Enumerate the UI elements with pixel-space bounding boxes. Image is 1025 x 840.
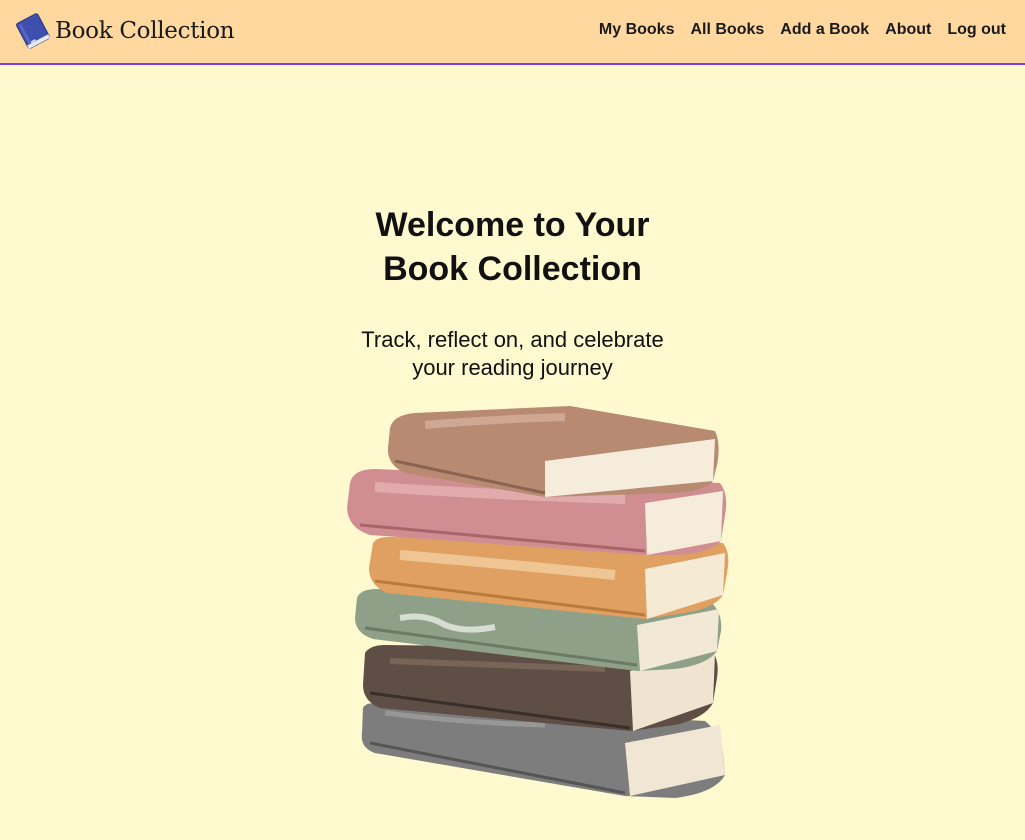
nav-log-out[interactable]: Log out — [947, 21, 1006, 39]
nav-all-books[interactable]: All Books — [690, 21, 764, 39]
page-title: Welcome to Your Book Collection — [375, 206, 650, 288]
nav-add-book[interactable]: Add a Book — [780, 21, 869, 39]
book-icon — [16, 13, 51, 49]
hero-section: Welcome to Your Book Collection Track, r… — [0, 65, 1025, 382]
nav-my-books[interactable]: My Books — [599, 21, 675, 39]
hero-subtitle: Track, reflect on, and celebrate your re… — [361, 327, 664, 380]
nav-links: My Books All Books Add a Book About Log … — [599, 21, 1006, 39]
stack-of-books-illustration — [347, 406, 729, 798]
brand-link[interactable]: Book Collection — [13, 10, 235, 52]
brand-name: Book Collection — [55, 18, 235, 44]
nav-about[interactable]: About — [885, 21, 931, 39]
top-navbar: Book Collection My Books All Books Add a… — [0, 0, 1025, 65]
